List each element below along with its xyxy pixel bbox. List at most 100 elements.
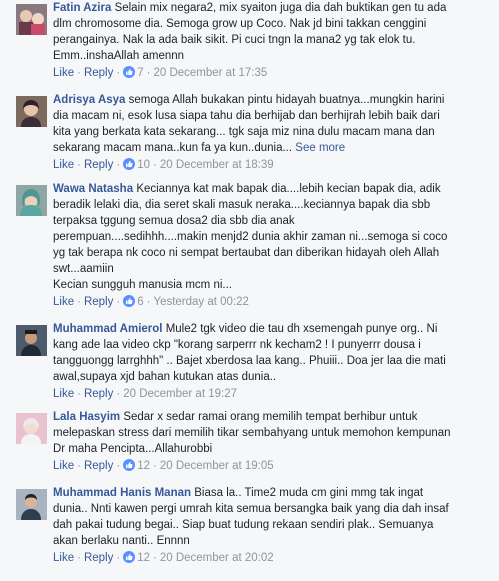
comment-line: perangainya. Nak la ada baik sikit. Pi c…	[53, 34, 416, 46]
comment-line: semoga Allah bukakan pintu hidayah buatn…	[128, 94, 445, 106]
separator-dot: ·	[77, 67, 81, 79]
comment-actions: Like · Reply · 7 · 20 December at 17:35	[53, 65, 493, 81]
author-name[interactable]: Adrisya Asya	[53, 94, 125, 106]
like-link[interactable]: Like	[53, 159, 74, 171]
comment-line: Keciannya kat mak bapak dia....lebih kec…	[136, 183, 441, 195]
like-link[interactable]: Like	[53, 460, 74, 472]
reaction-count[interactable]: 7	[137, 67, 143, 79]
comment-text: Adrisya Asya semoga Allah bukakan pintu …	[53, 92, 493, 156]
comment-line: Selain mix negara2, mix syaiton juga dia…	[114, 2, 447, 14]
author-name[interactable]: Muhammad Hanis Manan	[53, 487, 191, 499]
separator-dot: ·	[116, 460, 121, 472]
like-link[interactable]: Like	[53, 388, 74, 400]
avatar[interactable]	[16, 413, 47, 444]
comment-line: awal,supaya xjd bahan kutukan atas dunia…	[53, 371, 277, 383]
avatar[interactable]	[16, 185, 47, 216]
comment-feed: Fatin Azira Selain mix negara2, mix syai…	[0, 0, 499, 581]
reply-link[interactable]: Reply	[84, 460, 113, 472]
like-reaction-icon[interactable]	[123, 66, 136, 83]
reply-link[interactable]: Reply	[84, 388, 113, 400]
like-link[interactable]: Like	[53, 67, 74, 79]
comment-actions: Like · Reply · 10 · 20 December at 18:39	[53, 157, 493, 173]
timestamp[interactable]: 20 December at 20:02	[160, 552, 274, 564]
comment-text: Wawa Natasha Keciannya kat mak bapak dia…	[53, 181, 493, 293]
comment-line: Kecian sungguh manusia mcm ni...	[53, 279, 232, 291]
comment-line: dunia.. Nnti kawen pergi umrah kita semu…	[53, 503, 449, 515]
reply-link[interactable]: Reply	[84, 67, 113, 79]
comment-line: kang ade laa video ckp "korang sarperrr …	[53, 339, 421, 351]
like-reaction-icon[interactable]	[123, 158, 136, 175]
comment-body: Lala Hasyim Sedar x sedar ramai orang me…	[53, 409, 493, 474]
comment-text: Muhammad Amierol Mule2 tgk video die tau…	[53, 321, 493, 385]
author-name[interactable]: Lala Hasyim	[53, 411, 120, 423]
reaction-count[interactable]: 6	[137, 296, 143, 308]
comment-line: Mule2 tgk video die tau dh xsemengah pun…	[165, 323, 438, 335]
comment-text: Fatin Azira Selain mix negara2, mix syai…	[53, 0, 493, 64]
separator-dot: ·	[153, 159, 157, 171]
comment-actions: Like · Reply · 12 · 20 December at 20:02	[53, 550, 493, 566]
like-link[interactable]: Like	[53, 552, 74, 564]
comment-actions: Like · Reply · 6 · Yesterday at 00:22	[53, 294, 493, 310]
comment-actions: Like · Reply · 12 · 20 December at 19:05	[53, 458, 493, 474]
like-reaction-icon[interactable]	[123, 295, 136, 312]
comment-actions: Like · Reply · 20 December at 19:27	[53, 386, 493, 402]
comment-line: kita yang berkata kata sekarang... tgk s…	[53, 126, 435, 138]
comment-line: dah pakai tudung begai.. Siap buat tudun…	[53, 519, 434, 531]
separator-dot: ·	[77, 296, 81, 308]
timestamp[interactable]: Yesterday at 00:22	[153, 296, 248, 308]
author-name[interactable]: Fatin Azira	[53, 2, 111, 14]
comment-text: Muhammad Hanis Manan Biasa la.. Time2 mu…	[53, 485, 493, 549]
comment-line: sekarang macam mana..kun fa ya kun..duni…	[53, 142, 293, 154]
like-reaction-icon[interactable]	[123, 551, 136, 568]
separator-dot: ·	[146, 296, 151, 308]
separator-dot: ·	[77, 388, 81, 400]
avatar[interactable]	[16, 325, 47, 356]
like-reaction-icon[interactable]	[123, 459, 136, 476]
timestamp[interactable]: 20 December at 19:05	[160, 460, 274, 472]
comment-line: yg tak berapa nk coco ni sempat bertauba…	[53, 247, 440, 259]
separator-dot: ·	[116, 552, 121, 564]
comment-body: Adrisya Asya semoga Allah bukakan pintu …	[53, 92, 493, 173]
separator-dot: ·	[116, 67, 121, 79]
reply-link[interactable]: Reply	[84, 159, 113, 171]
timestamp[interactable]: 20 December at 19:27	[123, 388, 237, 400]
separator-dot: ·	[77, 159, 81, 171]
timestamp[interactable]: 20 December at 18:39	[160, 159, 274, 171]
comment-body: Fatin Azira Selain mix negara2, mix syai…	[53, 0, 493, 81]
reply-link[interactable]: Reply	[84, 296, 113, 308]
reply-link[interactable]: Reply	[84, 552, 113, 564]
separator-dot: ·	[77, 552, 81, 564]
avatar[interactable]	[16, 489, 47, 520]
comment-line: swt...aamiin	[53, 263, 114, 275]
timestamp[interactable]: 20 December at 17:35	[153, 67, 267, 79]
comment-line: terpaksa tggung semua dosa2 dia sbb dia …	[53, 215, 295, 227]
separator-dot: ·	[116, 296, 121, 308]
avatar[interactable]	[16, 4, 47, 35]
like-link[interactable]: Like	[53, 296, 74, 308]
comment-line: tangguongg larrghhh" .. Bajet xberdosa l…	[53, 355, 446, 367]
author-name[interactable]: Muhammad Amierol	[53, 323, 162, 335]
separator-dot: ·	[153, 460, 157, 472]
comment-line: Dr maha Pencipta...Allahurobbi	[53, 443, 213, 455]
comment-line: dlm chromosome dia. Semoga grow up Coco.…	[53, 18, 427, 30]
comment-line: beradik lelaki dia, dia seret skali masu…	[53, 199, 431, 211]
separator-dot: ·	[146, 67, 151, 79]
comment-body: Muhammad Hanis Manan Biasa la.. Time2 mu…	[53, 485, 493, 566]
author-name[interactable]: Wawa Natasha	[53, 183, 133, 195]
comment-line: Sedar x sedar ramai orang memilih tempat…	[123, 411, 418, 423]
comment-line: perempuan....sedihhh....makin menjd2 dun…	[53, 231, 448, 243]
comment-body: Muhammad Amierol Mule2 tgk video die tau…	[53, 321, 493, 402]
avatar[interactable]	[16, 96, 47, 127]
reaction-count[interactable]: 12	[137, 460, 150, 472]
comment-text: Lala Hasyim Sedar x sedar ramai orang me…	[53, 409, 493, 457]
comment-body: Wawa Natasha Keciannya kat mak bapak dia…	[53, 181, 493, 310]
comment-line: Biasa la.. Time2 muda cm gini mmg tak in…	[194, 487, 424, 499]
see-more-link[interactable]: See more	[295, 142, 345, 154]
separator-dot: ·	[116, 388, 121, 400]
comment-line: dia macam ni, esok lusa siapa tahu dia b…	[53, 110, 440, 122]
reaction-count[interactable]: 12	[137, 552, 150, 564]
comment-line: Emm..inshaAllah amennn	[53, 50, 185, 62]
reaction-count[interactable]: 10	[137, 159, 150, 171]
separator-dot: ·	[153, 552, 157, 564]
comment-line: melepaskan stress dari memilih tikar sem…	[53, 427, 451, 439]
